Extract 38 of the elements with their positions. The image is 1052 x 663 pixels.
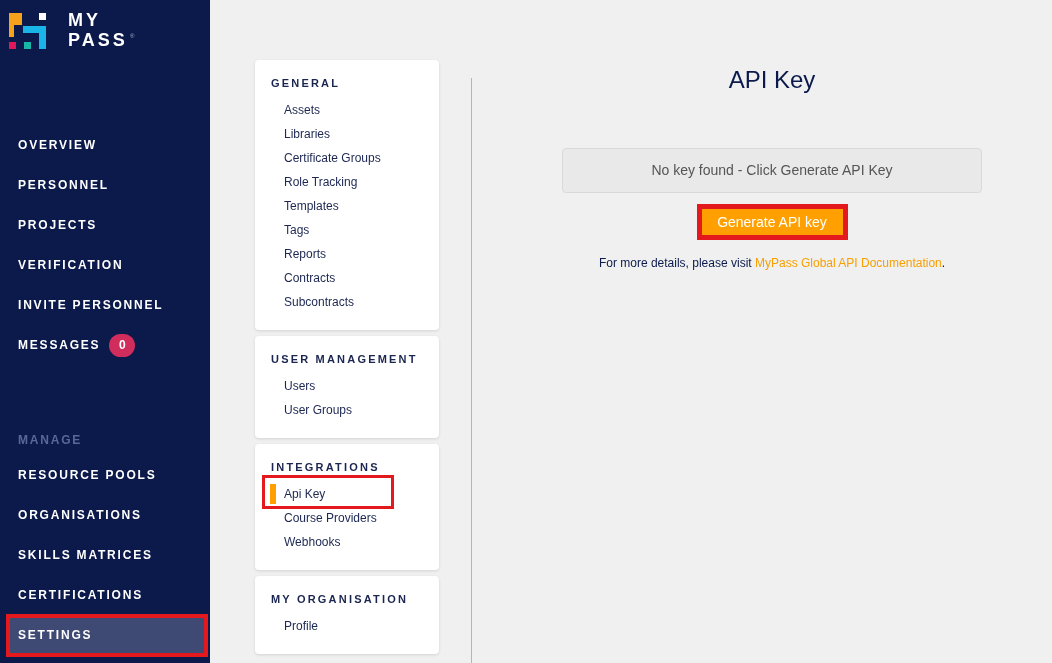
group-heading: INTEGRATIONS	[271, 460, 381, 474]
page-title: API Key	[728, 66, 816, 94]
nav-item[interactable]: PERSONNEL	[10, 167, 204, 203]
group-heading: USER MANAGEMENT	[271, 352, 419, 366]
menu-link[interactable]: Profile	[284, 618, 318, 634]
nav-item[interactable]: INVITE PERSONNEL	[10, 287, 204, 323]
nav-item[interactable]: VERIFICATION	[10, 247, 204, 283]
nav-item[interactable]: SETTINGS	[10, 617, 204, 653]
group-heading: GENERAL	[271, 76, 342, 90]
logo-icon	[9, 13, 46, 49]
menu-link[interactable]: Tags	[284, 222, 310, 238]
menu-link[interactable]: Api Key	[284, 486, 326, 502]
logo-text: MY	[68, 10, 102, 30]
menu-link[interactable]: Contracts	[284, 270, 336, 286]
nav-item[interactable]: CERTIFICATIONS	[10, 577, 204, 613]
menu-link[interactable]: Role Tracking	[284, 174, 358, 190]
menu-link[interactable]: Templates	[284, 198, 339, 214]
nav-item[interactable]: ORGANISATIONS	[10, 497, 204, 533]
menu-link[interactable]: Users	[284, 378, 316, 394]
menu-link[interactable]: Libraries	[284, 126, 331, 142]
nav-item[interactable]: RESOURCE POOLS	[10, 457, 204, 493]
count-badge: 0	[109, 333, 136, 357]
nav-item[interactable]: MESSAGES 0	[10, 327, 204, 363]
menu-link[interactable]: Webhooks	[284, 534, 341, 550]
menu-link[interactable]: Assets	[284, 102, 320, 118]
logo-text: PASS	[68, 30, 128, 50]
menu-link[interactable]: Subcontracts	[284, 294, 355, 310]
nav-item[interactable]: SKILLS MATRICES	[10, 537, 204, 573]
group-heading: MY ORGANISATION	[271, 592, 410, 606]
menu-link[interactable]: Course Providers	[284, 510, 377, 526]
menu-link[interactable]: Certificate Groups	[284, 150, 381, 166]
nav-item[interactable]: OVERVIEW	[10, 127, 204, 163]
menu-link[interactable]: User Groups	[284, 402, 353, 418]
nav-item[interactable]: PROJECTS	[10, 207, 204, 243]
api-key-display: No key found - Click Generate API Key	[562, 148, 982, 193]
section-label: MANAGE	[18, 432, 83, 449]
details-text: For more details, please visit MyPass Global API Documentation.	[598, 255, 946, 271]
menu-link[interactable]: Reports	[284, 246, 327, 262]
